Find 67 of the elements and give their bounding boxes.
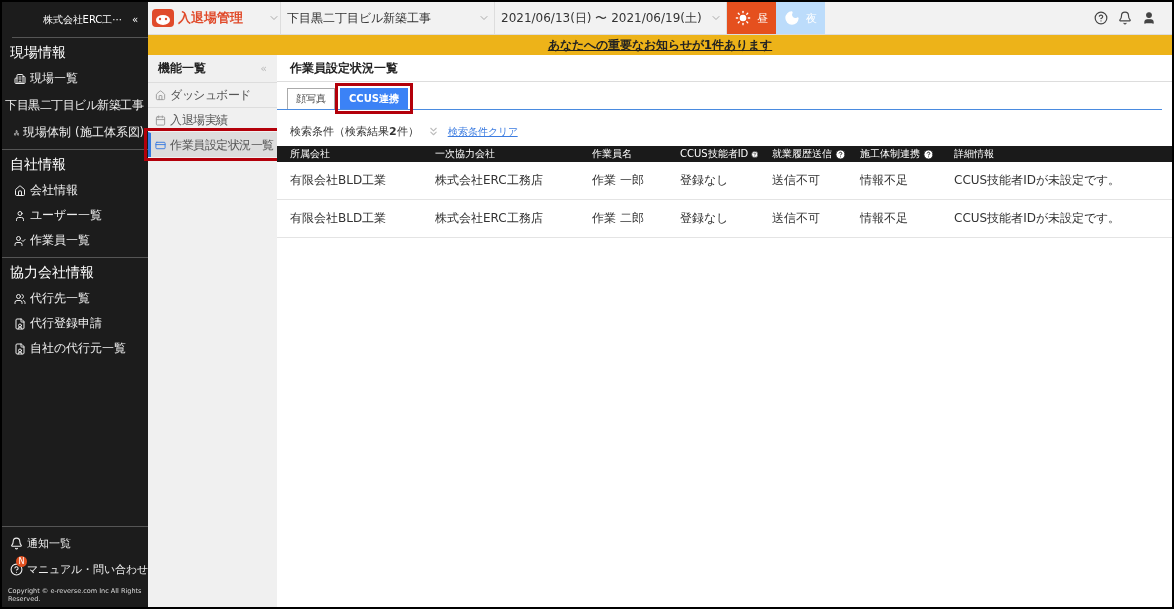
- building-icon: [14, 72, 26, 85]
- column-header: 作業員名: [579, 146, 667, 162]
- logo-icon: [152, 9, 174, 27]
- sun-icon: [734, 10, 751, 26]
- group-icon: [14, 292, 26, 305]
- table-cell: 有限会社BLD工業: [277, 162, 422, 200]
- table-cell: 送信不可: [759, 200, 847, 238]
- home-icon: [155, 89, 166, 101]
- table-cell: 登録なし: [667, 162, 759, 200]
- house-icon: [14, 184, 26, 197]
- help-icon: [10, 563, 23, 577]
- column-header: CCUS技能者ID: [667, 146, 759, 162]
- sidebar-link[interactable]: 代行登録申請: [2, 311, 148, 336]
- calendar-icon: [155, 114, 166, 126]
- notification-badge: N: [16, 556, 27, 568]
- table-cell: 作業 一郎: [579, 162, 667, 200]
- sidebar-link[interactable]: 自社の代行元一覧: [2, 336, 148, 361]
- panel-title: 機能一覧: [158, 60, 206, 77]
- column-header: 就業履歴送信: [759, 146, 847, 162]
- column-header: 詳細情報: [941, 146, 1172, 162]
- site-select[interactable]: 下目黒二丁目ビル新築工事: [281, 2, 495, 34]
- table-cell: 株式会社ERC工務店: [422, 200, 579, 238]
- moon-icon: [783, 10, 800, 26]
- help-icon[interactable]: [923, 148, 934, 160]
- table-cell: 情報不足: [847, 200, 941, 238]
- current-site: 下目黒二丁目ビル新築工事: [4, 97, 145, 114]
- bell-icon[interactable]: [1118, 11, 1132, 25]
- table-cell: 株式会社ERC工務店: [422, 162, 579, 200]
- sidebar-link[interactable]: 作業員一覧: [2, 228, 148, 253]
- company-name: 株式会社ERC工···: [42, 12, 122, 27]
- app-name: 入退場管理: [178, 9, 244, 27]
- sidebar-link[interactable]: 通知一覧: [2, 530, 148, 557]
- column-header: 施工体制連携: [847, 146, 941, 162]
- sidebar-link[interactable]: 現場体制 (施工体系図): [2, 120, 148, 145]
- table-cell: 登録なし: [667, 200, 759, 238]
- table-cell: CCUS技能者IDが未設定です。: [941, 162, 1172, 200]
- user-icon[interactable]: [1142, 11, 1156, 25]
- sidebar-link[interactable]: 現場一覧: [2, 66, 148, 91]
- document-user-icon: [14, 317, 26, 330]
- document-user-icon: [14, 342, 26, 355]
- table-cell: 作業 二郎: [579, 200, 667, 238]
- card-icon: [155, 139, 166, 151]
- tab[interactable]: 顔写真: [287, 88, 335, 109]
- section-heading: 現場情報: [9, 43, 67, 62]
- column-header: 一次協力会社: [422, 146, 579, 162]
- column-header: 所属会社: [277, 146, 422, 162]
- clear-link[interactable]: 検索条件クリア: [447, 124, 518, 139]
- help-icon[interactable]: [751, 148, 759, 160]
- bell-icon: [10, 537, 23, 551]
- page-title: 作業員設定状況一覧: [277, 55, 1172, 82]
- sidebar-link[interactable]: N マニュアル・問い合わせ: [2, 556, 148, 583]
- search-conditions[interactable]: 検索条件（検索結果2件）: [290, 124, 419, 139]
- date-range-select[interactable]: 2021/06/13(日) 〜 2021/06/19(土): [495, 2, 727, 34]
- sidebar-link[interactable]: 会社情報: [2, 178, 148, 203]
- sidebar-link[interactable]: ユーザー一覧: [2, 203, 148, 228]
- table-cell: CCUS技能者IDが未設定です。: [941, 200, 1172, 238]
- table-cell: 有限会社BLD工業: [277, 200, 422, 238]
- shift-button[interactable]: 昼: [726, 2, 776, 34]
- worker-icon: [14, 234, 26, 247]
- table-cell: 情報不足: [847, 162, 941, 200]
- table-cell: 送信不可: [759, 162, 847, 200]
- collapse-button[interactable]: «: [131, 14, 138, 25]
- help-icon[interactable]: [835, 148, 846, 160]
- user-icon: [14, 209, 26, 222]
- notice-link[interactable]: あなたへの重要なお知らせが1件あります: [148, 35, 1172, 55]
- help-icon[interactable]: [1094, 11, 1108, 25]
- sidebar-link[interactable]: 代行先一覧: [2, 286, 148, 311]
